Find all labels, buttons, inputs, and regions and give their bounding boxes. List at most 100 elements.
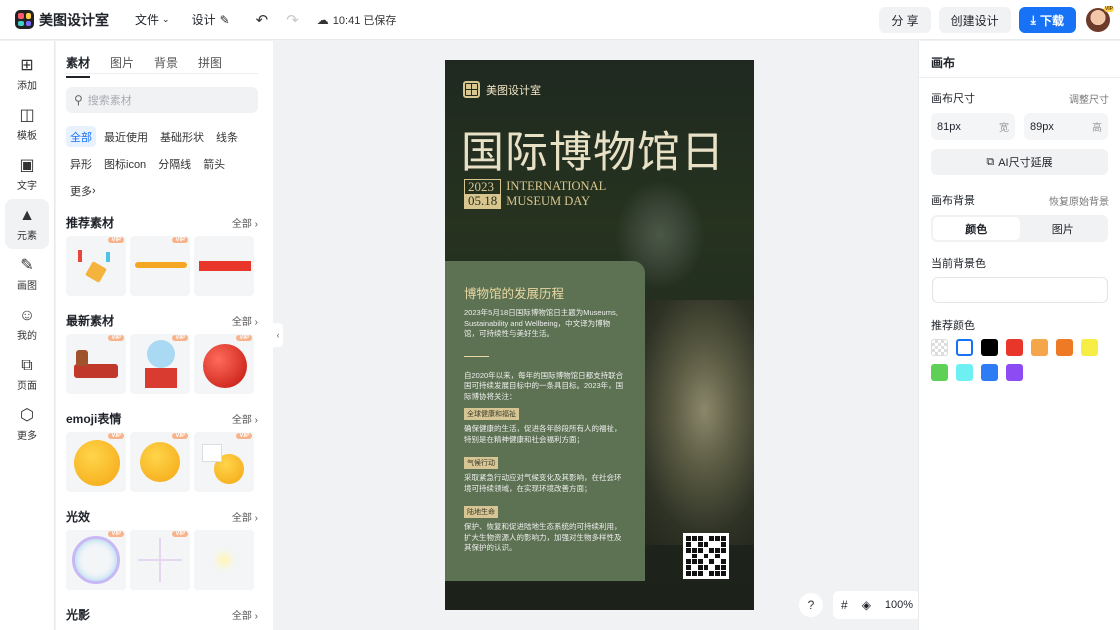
see-all-link[interactable]: 全部 › xyxy=(232,509,258,524)
tab-image[interactable]: 图片 xyxy=(110,54,134,78)
nav-item-more[interactable]: ⬡ 更多 xyxy=(0,399,54,449)
search-input[interactable]: ⚲ 搜索素材 xyxy=(66,87,258,113)
poster-para2: 自2020年以来，每年的国际博物馆日都支持联合国可持续发展目标中的一条具目标。2… xyxy=(464,370,624,401)
vip-badge: VIP xyxy=(172,531,188,537)
material-thumb[interactable] xyxy=(194,530,254,590)
material-thumb[interactable]: VIP xyxy=(66,334,126,394)
nav-item-page[interactable]: ⧉ 页面 xyxy=(0,349,54,399)
bg-image-tab[interactable]: 图片 xyxy=(1020,217,1107,240)
nav-item-element[interactable]: ▲ 元素 xyxy=(5,199,49,249)
collapse-panel-button[interactable]: ‹ xyxy=(273,323,283,347)
undo-icon[interactable]: ↶ xyxy=(256,11,269,29)
nav-item-mine[interactable]: ☺ 我的 xyxy=(0,299,54,349)
zoom-level[interactable]: 100% xyxy=(885,599,913,611)
color-swatch[interactable] xyxy=(1081,339,1098,356)
download-label: 下载 xyxy=(1039,13,1064,28)
design-menu[interactable]: 设计 ✎ xyxy=(192,11,230,28)
chip-recent[interactable]: 最近使用 xyxy=(100,126,152,147)
nav-label: 添加 xyxy=(17,81,37,92)
see-all-link[interactable]: 全部 › xyxy=(232,313,258,328)
color-swatch[interactable] xyxy=(956,364,973,381)
create-design-button[interactable]: 创建设计 xyxy=(938,7,1011,33)
poster-tag: 陆地生命 xyxy=(464,506,498,518)
user-icon: ☺ xyxy=(18,307,36,324)
nav-item-add[interactable]: ⊞ 添加 xyxy=(0,49,54,99)
file-menu[interactable]: 文件 ⌄ xyxy=(135,11,170,28)
section-shadow: 光影 全部 › xyxy=(66,606,258,622)
chevron-down-icon: ⌄ xyxy=(162,14,170,24)
nav-item-text[interactable]: ▣ 文字 xyxy=(0,149,54,199)
material-thumb[interactable]: VIP xyxy=(66,236,126,296)
layers-icon[interactable]: ◈ xyxy=(862,598,871,612)
material-thumb[interactable]: VIP xyxy=(130,236,190,296)
color-swatch[interactable] xyxy=(1031,339,1048,356)
cloud-icon: ☁ xyxy=(316,12,329,27)
chip-shapes[interactable]: 基础形状 xyxy=(156,126,208,147)
see-all-link[interactable]: 全部 › xyxy=(232,411,258,426)
grid-icon[interactable]: # xyxy=(841,598,848,612)
chip-icons[interactable]: 图标icon xyxy=(100,153,150,174)
color-swatch[interactable] xyxy=(981,364,998,381)
material-thumb[interactable] xyxy=(194,236,254,296)
color-swatch[interactable] xyxy=(931,339,948,356)
page-icon: ⧉ xyxy=(21,357,33,374)
chip-lines[interactable]: 线条 xyxy=(212,126,242,147)
poster-canvas[interactable]: 美图设计室 国际博物馆日 2023 05.18 INTERNATIONAL MU… xyxy=(445,60,754,610)
tab-background[interactable]: 背景 xyxy=(154,54,178,78)
nav-label: 更多 xyxy=(17,431,37,442)
help-button[interactable]: ? xyxy=(799,593,823,617)
poster-english-title: INTERNATIONAL MUSEUM DAY xyxy=(506,179,606,209)
material-thumb[interactable]: VIP xyxy=(66,432,126,492)
current-bg-color-swatch[interactable] xyxy=(932,277,1108,303)
redo-icon[interactable]: ↷ xyxy=(286,11,299,29)
vip-badge: VIP xyxy=(108,335,124,341)
material-thumb[interactable]: VIP xyxy=(66,530,126,590)
tab-material[interactable]: 素材 xyxy=(66,54,91,78)
recommended-colors-label: 推荐颜色 xyxy=(931,320,975,332)
nav-item-template[interactable]: ◫ 模板 xyxy=(0,99,54,149)
height-field[interactable]: 89px 高 xyxy=(1024,113,1108,140)
material-thumb[interactable]: VIP xyxy=(194,432,254,492)
material-thumb[interactable]: VIP xyxy=(130,530,190,590)
material-thumb[interactable]: VIP xyxy=(194,334,254,394)
material-thumb[interactable]: VIP xyxy=(130,432,190,492)
poster-tag-text: 确保健康的生活，促进各年龄段所有人的福祉，特别是在精神健康和社会福利方面； xyxy=(464,424,622,444)
color-swatch[interactable] xyxy=(1006,364,1023,381)
canvas-bg-label: 画布背景 xyxy=(931,195,975,207)
tab-collage[interactable]: 拼图 xyxy=(198,54,222,78)
poster-en-line2: MUSEUM DAY xyxy=(506,194,591,208)
share-button[interactable]: 分 享 xyxy=(879,7,931,33)
poster-tag: 气候行动 xyxy=(464,457,498,469)
nav-item-draw[interactable]: ✎ 画图 xyxy=(0,249,54,299)
restore-bg-link[interactable]: 恢复原始背景 xyxy=(1049,193,1109,208)
chip-dividers[interactable]: 分隔线 xyxy=(154,153,195,174)
text-icon: ▣ xyxy=(19,157,35,174)
see-all-link[interactable]: 全部 › xyxy=(232,215,258,230)
chip-irregular[interactable]: 异形 xyxy=(66,153,96,174)
chip-all[interactable]: 全部 xyxy=(66,126,96,147)
download-button[interactable]: ⤓ 下载 xyxy=(1018,7,1076,33)
app-logo[interactable]: 美图设计室 xyxy=(15,10,109,30)
color-swatch[interactable] xyxy=(1056,339,1073,356)
chevron-right-icon: › xyxy=(92,184,96,197)
ai-resize-button[interactable]: ⧉ AI尺寸延展 xyxy=(931,149,1108,175)
width-field[interactable]: 81px 宽 xyxy=(931,113,1015,140)
see-all-link[interactable]: 全部 › xyxy=(232,607,258,622)
section-title: 最新素材 xyxy=(66,313,115,328)
tabs-divider xyxy=(66,73,258,74)
color-swatch[interactable] xyxy=(956,339,973,356)
chip-more[interactable]: 更多 › xyxy=(66,180,100,201)
color-swatch[interactable] xyxy=(931,364,948,381)
poster-section-title: 博物馆的发展历程 xyxy=(464,287,565,301)
panel-divider xyxy=(919,77,1120,78)
vip-badge: VIP xyxy=(172,433,188,439)
canvas-area[interactable]: ‹ 美图设计室 国际博物馆日 2023 05.18 INTERNATIONAL … xyxy=(273,41,922,630)
color-swatch[interactable] xyxy=(981,339,998,356)
avatar[interactable]: VIP xyxy=(1086,6,1114,32)
color-swatch[interactable] xyxy=(1006,339,1023,356)
chip-arrows[interactable]: 箭头 xyxy=(199,153,229,174)
material-thumb[interactable]: VIP xyxy=(130,334,190,394)
resize-link[interactable]: 调整尺寸 xyxy=(1069,91,1109,106)
bg-color-tab[interactable]: 颜色 xyxy=(933,217,1020,240)
poster-en-line1: INTERNATIONAL xyxy=(506,179,607,193)
